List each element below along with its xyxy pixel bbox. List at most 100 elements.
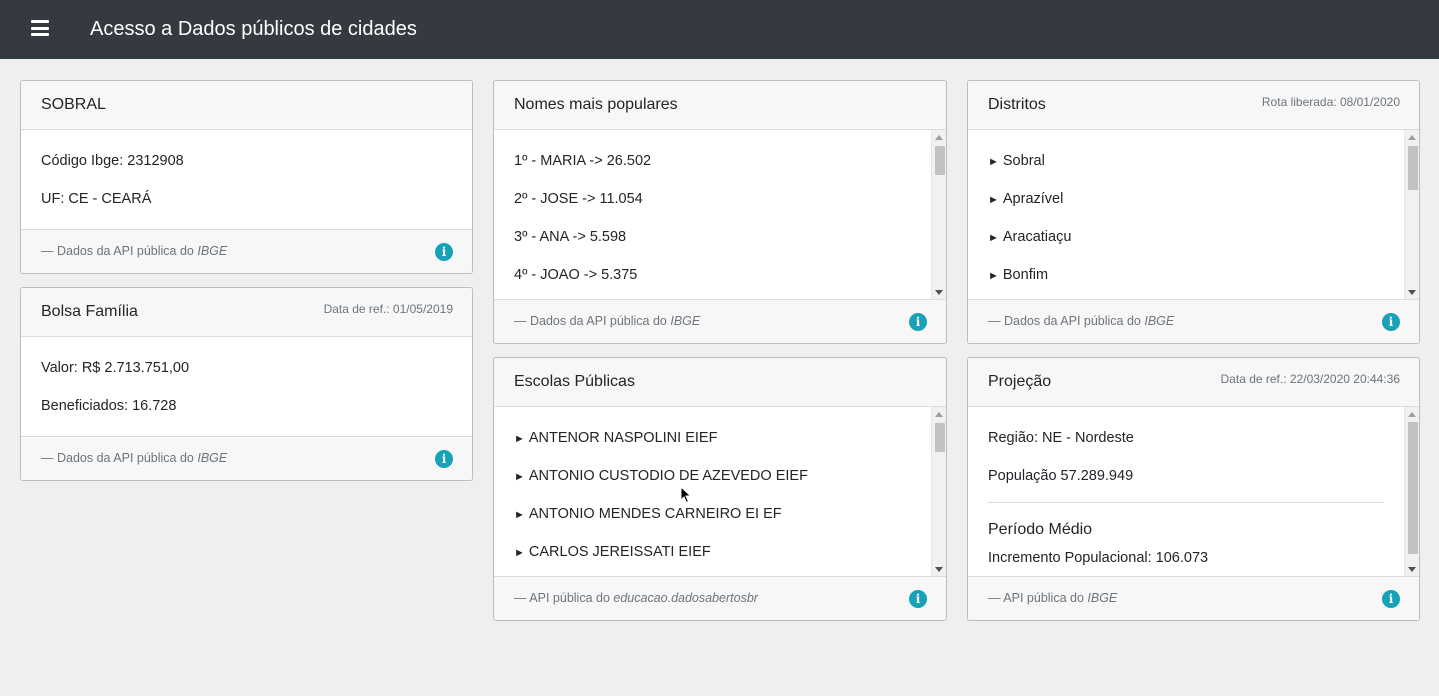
route-release-date: Rota liberada: 08/01/2020 <box>1261 95 1400 109</box>
card-title: SOBRAL <box>41 96 106 113</box>
footer-prefix: Dados da API pública do <box>56 451 198 465</box>
scrollbar[interactable] <box>931 407 946 577</box>
info-icon[interactable]: i <box>909 590 927 608</box>
info-icon[interactable]: i <box>1382 313 1400 331</box>
school-name: ANTENOR NASPOLINI EIEF <box>528 430 718 446</box>
district-name: Aprazível <box>1002 191 1064 207</box>
public-schools-card: Escolas Públicas ► ANTENOR NASPOLINI EIEF… <box>493 357 947 621</box>
scroll-up-arrow-icon[interactable] <box>935 412 943 417</box>
card-body: ► Sobral ► Aprazível ► Aracatiaçu ► Bonfim <box>968 130 1419 300</box>
valor-value: Valor: R$ 2.713.751,00 <box>41 360 190 376</box>
card-body: Código Ibge: 2312908 UF: CE - CEARÁ <box>21 130 472 230</box>
region-value: Região: NE - Nordeste <box>988 430 1134 446</box>
triangle-right-icon: ► <box>514 509 525 521</box>
ibge-code: Código Ibge: 2312908 <box>41 153 184 169</box>
card-footer: — API pública do IBGE i <box>968 576 1419 620</box>
district-name: Bonfim <box>1002 267 1049 283</box>
reference-date: Data de ref.: 01/05/2019 <box>323 302 453 316</box>
card-title: Projeção <box>988 373 1052 390</box>
scrollbar-thumb[interactable] <box>1408 146 1418 190</box>
list-item: 4º - JOAO -> 5.375 <box>514 267 638 283</box>
list-item[interactable]: ► CARLOS JEREISSATI EIEF <box>514 544 711 560</box>
footer-source: IBGE <box>197 244 228 258</box>
scrollbar[interactable] <box>1404 130 1419 300</box>
uf-value: UF: CE - CEARÁ <box>41 191 152 207</box>
footer-source-text: — API pública do educacao.dadosabertosbr <box>514 591 758 605</box>
scroll-down-arrow-icon[interactable] <box>935 567 943 572</box>
school-name: ANTONIO CUSTODIO DE AZEVEDO EIEF <box>528 468 808 484</box>
card-header: Nomes mais populares <box>494 81 946 130</box>
footer-prefix: Dados da API pública do <box>529 314 671 328</box>
triangle-right-icon: ► <box>514 471 525 483</box>
list-item[interactable]: ► ANTENOR NASPOLINI EIEF <box>514 430 717 446</box>
card-body: 1º - MARIA -> 26.502 2º - JOSE -> 11.054… <box>494 130 946 300</box>
card-footer: — Dados da API pública do IBGE i <box>494 299 946 343</box>
info-icon[interactable]: i <box>435 450 453 468</box>
triangle-right-icon: ► <box>988 156 999 168</box>
card-header: Projeção Data de ref.: 22/03/2020 20:44:… <box>968 358 1419 407</box>
scroll-down-arrow-icon[interactable] <box>1408 290 1416 295</box>
scrollbar[interactable] <box>1404 407 1419 577</box>
scroll-up-arrow-icon[interactable] <box>935 135 943 140</box>
scrollbar[interactable] <box>931 130 946 300</box>
bolsa-familia-card: Bolsa Família Data de ref.: 01/05/2019 V… <box>20 287 473 481</box>
info-icon[interactable]: i <box>1382 590 1400 608</box>
card-body: ► ANTENOR NASPOLINI EIEF ► ANTONIO CUSTODI… <box>494 407 946 577</box>
triangle-right-icon: ► <box>988 194 999 206</box>
card-title: Nomes mais populares <box>514 96 678 113</box>
reference-date: Data de ref.: 22/03/2020 20:44:36 <box>1220 372 1400 386</box>
card-header: SOBRAL <box>21 81 472 130</box>
card-footer: — API pública do educacao.dadosabertosbr… <box>494 576 946 620</box>
footer-source: IBGE <box>670 314 701 328</box>
footer-source: IBGE <box>197 451 228 465</box>
card-footer: — Dados da API pública do IBGE i <box>21 229 472 273</box>
districts-card: Distritos Rota liberada: 08/01/2020 ► Sob… <box>967 80 1420 344</box>
divider <box>988 502 1384 503</box>
triangle-right-icon: ► <box>514 547 525 559</box>
popular-names-card: Nomes mais populares 1º - MARIA -> 26.50… <box>493 80 947 344</box>
card-body: Valor: R$ 2.713.751,00 Beneficiados: 16.… <box>21 337 472 437</box>
card-body: Região: NE - Nordeste População 57.289.9… <box>968 407 1419 577</box>
population-increment: Incremento Populacional: 106.073 <box>988 550 1209 566</box>
list-item[interactable]: ► ANTONIO CUSTODIO DE AZEVEDO EIEF <box>514 468 808 484</box>
card-title: Distritos <box>988 96 1046 113</box>
footer-source-text: — Dados da API pública do IBGE <box>41 451 228 465</box>
scrollbar-thumb[interactable] <box>1408 422 1418 554</box>
app-title: Acesso a Dados públicos de cidades <box>90 18 417 40</box>
list-item[interactable]: ► Bonfim <box>988 267 1048 283</box>
card-header: Bolsa Família Data de ref.: 01/05/2019 <box>21 288 472 337</box>
footer-source: educacao.dadosabertosbr <box>613 591 758 605</box>
beneficiados-value: Beneficiados: 16.728 <box>41 398 177 414</box>
footer-source: IBGE <box>1087 591 1118 605</box>
scrollbar-thumb[interactable] <box>935 423 945 452</box>
footer-prefix: Dados da API pública do <box>56 244 198 258</box>
footer-source-text: — Dados da API pública do IBGE <box>41 244 228 258</box>
info-icon[interactable]: i <box>909 313 927 331</box>
hamburger-icon[interactable] <box>31 20 49 36</box>
district-name: Aracatiaçu <box>1002 229 1072 245</box>
population-value: População 57.289.949 <box>988 468 1134 484</box>
card-footer: — Dados da API pública do IBGE i <box>21 436 472 480</box>
top-navbar: Acesso a Dados públicos de cidades <box>0 0 1439 59</box>
list-item[interactable]: ► Aprazível <box>988 191 1063 207</box>
card-header: Distritos Rota liberada: 08/01/2020 <box>968 81 1419 130</box>
triangle-right-icon: ► <box>988 270 999 282</box>
footer-source-text: — Dados da API pública do IBGE <box>514 314 701 328</box>
projection-card: Projeção Data de ref.: 22/03/2020 20:44:… <box>967 357 1420 621</box>
scrollbar-thumb[interactable] <box>935 146 945 175</box>
triangle-right-icon: ► <box>514 433 525 445</box>
scroll-down-arrow-icon[interactable] <box>1408 567 1416 572</box>
scroll-down-arrow-icon[interactable] <box>935 290 943 295</box>
city-card: SOBRAL Código Ibge: 2312908 UF: CE - CEA… <box>20 80 473 274</box>
card-title: Escolas Públicas <box>514 373 635 390</box>
scroll-up-arrow-icon[interactable] <box>1408 135 1416 140</box>
list-item[interactable]: ► Sobral <box>988 153 1045 169</box>
list-item: 3º - ANA -> 5.598 <box>514 229 627 245</box>
list-item[interactable]: ► ANTONIO MENDES CARNEIRO EI EF <box>514 506 782 522</box>
list-item[interactable]: ► Aracatiaçu <box>988 229 1071 245</box>
info-icon[interactable]: i <box>435 243 453 261</box>
card-header: Escolas Públicas <box>494 358 946 407</box>
scroll-up-arrow-icon[interactable] <box>1408 412 1416 417</box>
card-title: Bolsa Família <box>41 303 138 320</box>
footer-source-text: — Dados da API pública do IBGE <box>988 314 1175 328</box>
